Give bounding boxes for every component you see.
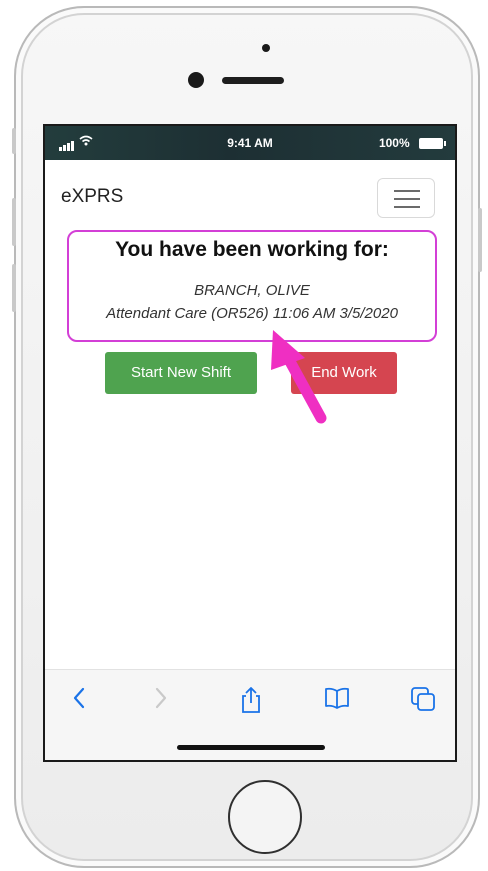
battery-icon bbox=[419, 138, 446, 150]
annotation-arrow-icon bbox=[271, 330, 327, 424]
status-bar: 9:41 AM 100% bbox=[45, 126, 455, 160]
volume-up-button bbox=[12, 198, 16, 246]
forward-icon bbox=[141, 686, 181, 722]
power-button bbox=[478, 208, 482, 272]
app-navbar: eXPRS bbox=[45, 160, 455, 226]
brand-link[interactable]: eXPRS bbox=[61, 186, 123, 208]
proximity-sensor bbox=[262, 44, 270, 52]
mute-switch bbox=[12, 128, 16, 154]
battery-percent: 100% bbox=[378, 136, 410, 150]
phone-screen: 9:41 AM 100% eXPRS You have been working… bbox=[43, 124, 457, 762]
share-icon[interactable] bbox=[231, 686, 271, 722]
home-button[interactable] bbox=[228, 780, 302, 854]
front-camera bbox=[188, 72, 204, 88]
battery-status: 100% bbox=[378, 136, 446, 150]
client-name: BRANCH, OLIVE bbox=[194, 282, 310, 299]
browser-toolbar bbox=[45, 669, 455, 760]
back-icon[interactable] bbox=[59, 686, 99, 722]
bookmarks-icon[interactable] bbox=[317, 686, 357, 722]
work-status-card: You have been working for: BRANCH, OLIVE… bbox=[67, 230, 437, 342]
hamburger-line bbox=[394, 190, 420, 192]
working-heading: You have been working for: bbox=[115, 238, 389, 261]
menu-toggle-button[interactable] bbox=[377, 178, 435, 218]
hamburger-line bbox=[394, 198, 420, 200]
start-new-shift-button[interactable]: Start New Shift bbox=[105, 352, 257, 394]
earpiece-speaker bbox=[222, 77, 284, 84]
service-info: Attendant Care (OR526) 11:06 AM 3/5/2020 bbox=[106, 305, 398, 322]
tabs-icon[interactable] bbox=[403, 686, 443, 722]
volume-down-button bbox=[12, 264, 16, 312]
home-indicator bbox=[177, 745, 325, 750]
hamburger-line bbox=[394, 206, 420, 208]
